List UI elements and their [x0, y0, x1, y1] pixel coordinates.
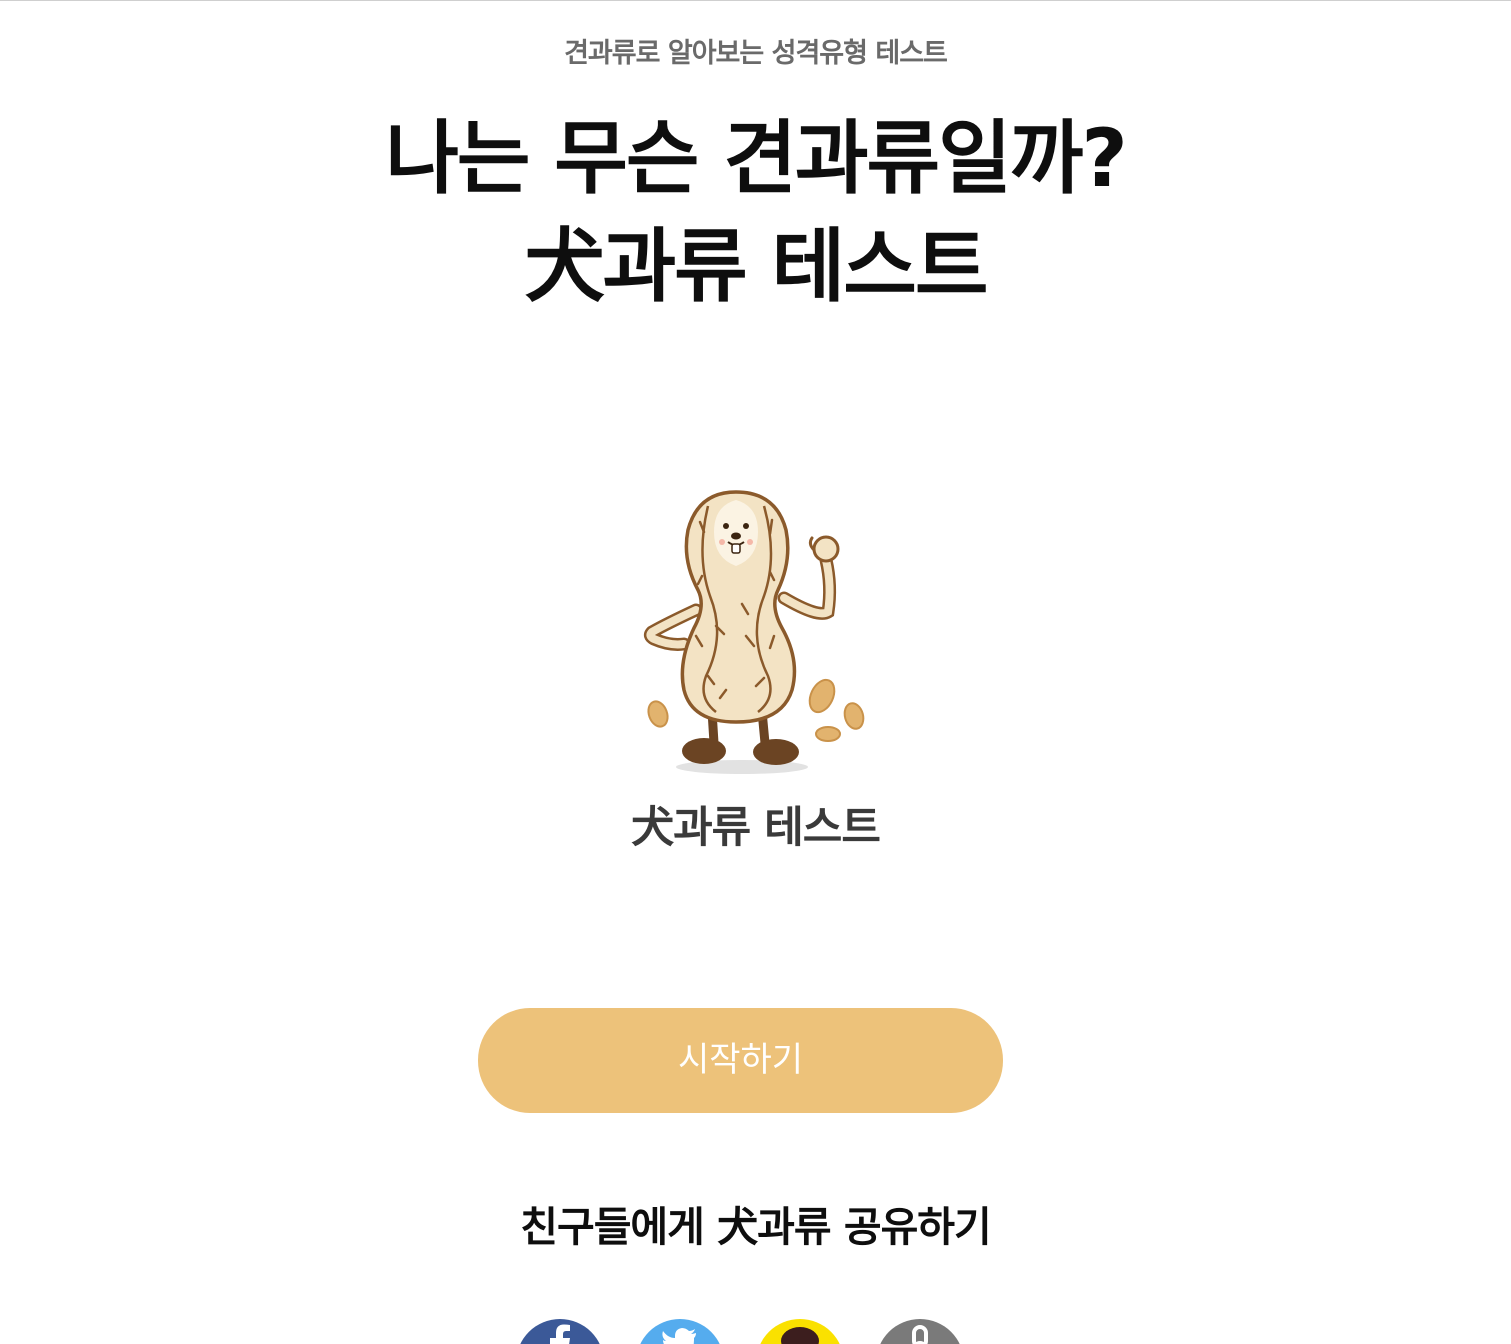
page-title: 나는 무슨 견과류일까? 犬과류 테스트 [0, 105, 1511, 321]
kakaotalk-icon [781, 1327, 819, 1344]
mascot-caption: 犬과류 테스트 [631, 803, 881, 853]
share-twitter-button[interactable] [636, 1319, 724, 1344]
share-link-button[interactable] [876, 1319, 964, 1344]
page-subtitle: 견과류로 알아보는 성격유형 테스트 [564, 38, 948, 69]
peanut-dog-mascot-icon [643, 490, 865, 774]
facebook-icon [550, 1324, 570, 1344]
page-title-line-1: 나는 무슨 견과류일까? [385, 112, 1128, 205]
page-title-line-2: 犬과류 테스트 [524, 220, 989, 313]
share-kakaotalk-button[interactable] [756, 1319, 844, 1344]
page: 견과류로 알아보는 성격유형 테스트 나는 무슨 견과류일까? 犬과류 테스트 [0, 0, 1511, 1344]
share-title: 친구들에게 犬과류 공유하기 [520, 1203, 991, 1251]
start-button[interactable]: 시작하기 [478, 1008, 1003, 1113]
link-icon [912, 1325, 928, 1344]
share-buttons [516, 1319, 996, 1344]
share-facebook-button[interactable] [516, 1319, 604, 1344]
twitter-icon [662, 1328, 696, 1344]
